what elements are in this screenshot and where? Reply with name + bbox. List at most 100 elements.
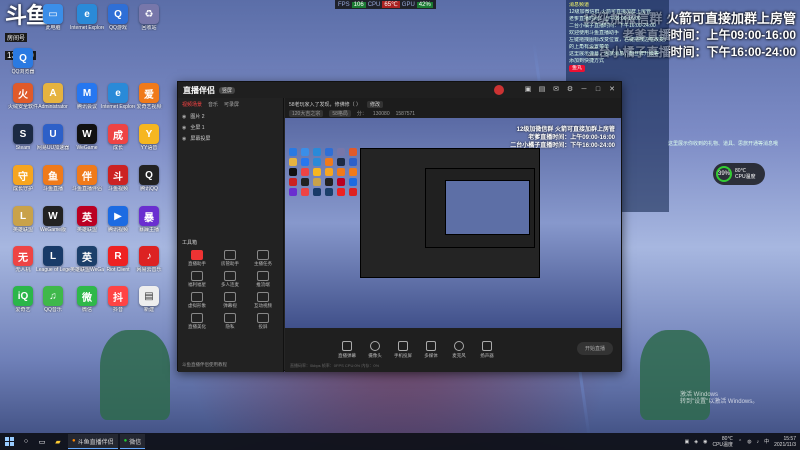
desktop-icon-label: 抖音 bbox=[112, 307, 123, 313]
user-avatar[interactable] bbox=[494, 85, 504, 95]
rank-tag[interactable]: 58格局 bbox=[329, 110, 351, 117]
desktop-icon[interactable]: 英英雄联盟WeGame bbox=[70, 246, 104, 273]
desktop-icon[interactable]: ▭ 此电脑 bbox=[36, 4, 70, 31]
file-explorer-icon[interactable]: ▰ bbox=[50, 433, 66, 450]
minimize-icon[interactable]: ─ bbox=[580, 85, 588, 93]
category-tag[interactable]: 120大吉之宗 bbox=[289, 110, 324, 117]
app-icon: 鱼 bbox=[43, 165, 63, 185]
desktop-icon[interactable]: L 英雄联盟 bbox=[6, 206, 40, 233]
message-icon[interactable]: ✉ bbox=[552, 85, 560, 93]
desktop-icon[interactable]: 英英雄联盟 bbox=[70, 206, 104, 233]
eye-icon[interactable]: ◉ bbox=[182, 136, 186, 142]
tool-stream-end[interactable]: 推流端 bbox=[248, 271, 278, 288]
desktop-icon[interactable]: 无无人机 bbox=[6, 246, 40, 273]
tool-screen-cast[interactable]: 投屏 bbox=[248, 313, 278, 330]
tool-room-admin[interactable]: 房管助手 bbox=[215, 250, 245, 267]
live-companion-window[interactable]: 直播伴侣 竖屏 ▣ ▤ ✉ ⚙ ─ □ ✕ 视频场景 音乐 可录屏 ◉ 图片 2… bbox=[177, 81, 622, 372]
desktop-icon[interactable]: 火火绒安全软件 bbox=[6, 83, 40, 110]
tab-record[interactable]: 可录屏 bbox=[224, 101, 239, 108]
mode-switch[interactable]: 竖屏 bbox=[219, 86, 236, 94]
desktop-icon[interactable]: Q QQ游戏 bbox=[101, 4, 135, 31]
eye-icon[interactable]: ◉ bbox=[182, 125, 186, 131]
desktop-icon[interactable]: Y YY语音 bbox=[132, 124, 166, 151]
preview-mini-icon bbox=[337, 188, 345, 196]
gift-icon[interactable]: ▣ bbox=[524, 85, 532, 93]
danmu-control[interactable]: 直播弹幕 bbox=[337, 341, 357, 359]
chevron-up-icon[interactable]: ⌃ bbox=[738, 439, 742, 445]
stream-preview[interactable]: 12级加微信群 火箭可直接加群上房管 老爹直播时间：上午09:00-16:00 … bbox=[285, 118, 621, 328]
desktop-icon[interactable]: 鱼斗鱼直播 bbox=[36, 165, 70, 192]
tool-avatar[interactable]: 虚拟形象 bbox=[182, 292, 212, 309]
app-titlebar[interactable]: 直播伴侣 竖屏 ▣ ▤ ✉ ⚙ ─ □ ✕ bbox=[178, 82, 621, 98]
desktop-icon[interactable]: M 腾讯会议 bbox=[70, 83, 104, 110]
desktop-icon-label: 斗鱼直播伴侣 bbox=[71, 186, 102, 192]
room-label: 房间号 bbox=[5, 33, 28, 42]
tool-interact[interactable]: 互动视频 bbox=[248, 292, 278, 309]
desktop-icon-label: Administrator bbox=[38, 104, 68, 110]
desktop-icon[interactable]: 伴斗鱼直播伴侣 bbox=[70, 165, 104, 192]
desktop-icon[interactable]: e Internet Explorer bbox=[101, 83, 135, 110]
media-control[interactable]: 多媒体 bbox=[421, 341, 441, 359]
phone-cast-control[interactable]: 手机投屏 bbox=[393, 341, 413, 359]
desktop-icon[interactable]: ▤ 新建 bbox=[132, 286, 166, 313]
tool-welfare[interactable]: 福利福星 bbox=[182, 271, 212, 288]
desktop-icon[interactable]: Q 腾讯QQ bbox=[132, 165, 166, 192]
tab-video-scene[interactable]: 视频场景 bbox=[182, 101, 202, 108]
desktop-icon[interactable]: 抖抖音 bbox=[101, 286, 135, 313]
eye-icon[interactable]: ◉ bbox=[182, 114, 186, 120]
network-icon[interactable]: ◍ bbox=[747, 439, 751, 445]
desktop-icon[interactable]: LLeague of Legends bbox=[36, 246, 70, 273]
start-live-button[interactable]: 开始直播 bbox=[576, 342, 613, 355]
desktop-icon[interactable]: Q QQ浏览器 bbox=[6, 48, 40, 75]
desktop-icon[interactable]: ♻ 回收站 bbox=[132, 4, 166, 31]
tray-icon[interactable]: ▣ bbox=[685, 439, 690, 445]
taskbar-app-douyu[interactable]: ● 斗鱼直播伴侣 bbox=[68, 434, 118, 449]
desktop-icon[interactable]: ▶ 腾讯视频 bbox=[101, 206, 135, 233]
performance-widget[interactable]: 39% 80℃ CPU温度 bbox=[713, 163, 765, 185]
task-view-icon[interactable]: ▭ bbox=[34, 433, 50, 450]
desktop-icon[interactable]: e Internet Explorer bbox=[70, 4, 104, 31]
desktop-icon[interactable]: 成成长 bbox=[101, 124, 135, 151]
desktop-icon[interactable]: W WeGame bbox=[70, 124, 104, 151]
desktop-icon[interactable]: 守成长守护 bbox=[6, 165, 40, 192]
desktop-icon[interactable]: 斗斗鱼视频 bbox=[101, 165, 135, 192]
clock[interactable]: 15:57 2021/11/3 bbox=[774, 436, 796, 448]
settings-icon[interactable]: ⚙ bbox=[566, 85, 574, 93]
maximize-icon[interactable]: □ bbox=[594, 85, 602, 93]
desktop-icon[interactable]: S Steam bbox=[6, 124, 40, 151]
desktop-icon[interactable]: ♫ QQ音乐 bbox=[36, 286, 70, 313]
ime-icon[interactable]: 中 bbox=[764, 438, 769, 445]
tray-icon[interactable]: ◈ bbox=[694, 439, 698, 445]
start-button[interactable] bbox=[0, 433, 18, 450]
speaker-control[interactable]: 扬声器 bbox=[477, 341, 497, 359]
desktop-icon[interactable]: U 网易UU加速器 bbox=[36, 124, 70, 151]
desktop-icon[interactable]: R Riot Client bbox=[101, 246, 135, 273]
close-icon[interactable]: ✕ bbox=[608, 85, 616, 93]
taskbar-app-wechat[interactable]: ● 微信 bbox=[119, 434, 146, 449]
desktop-icon[interactable]: iQ 爱奇艺 bbox=[6, 286, 40, 313]
lock-icon[interactable]: ▤ bbox=[538, 85, 546, 93]
search-icon[interactable]: ○ bbox=[18, 433, 34, 450]
tool-danmu[interactable]: 弹幕视 bbox=[215, 292, 245, 309]
tool-beauty[interactable]: 直播美化 bbox=[182, 313, 212, 330]
volume-icon[interactable]: ♪ bbox=[757, 439, 760, 445]
desktop-icon[interactable]: ♪ 网易云音乐 bbox=[132, 246, 166, 273]
scene-item[interactable]: ◉ 屏幕投屏 bbox=[178, 133, 283, 144]
tutorial-link[interactable]: 斗鱼直播伴侣使用教程 bbox=[182, 362, 227, 368]
desktop-icon[interactable]: W WeGame版 bbox=[36, 206, 70, 233]
tool-tasks[interactable]: 主播任务 bbox=[248, 250, 278, 267]
tray-icon[interactable]: ◉ bbox=[703, 439, 707, 445]
desktop-icon[interactable]: 暴暴躁主播 bbox=[132, 206, 166, 233]
tool-multi-mic[interactable]: 多人连麦 bbox=[215, 271, 245, 288]
scene-item[interactable]: ◉ 全屏 1 bbox=[178, 122, 283, 133]
tool-live-assistant[interactable]: 直播助手 bbox=[182, 250, 212, 267]
mic-control[interactable]: 麦克风 bbox=[449, 341, 469, 359]
camera-control[interactable]: 摄像头 bbox=[365, 341, 385, 359]
tab-music[interactable]: 音乐 bbox=[208, 101, 218, 108]
desktop-icon[interactable]: A Administrator bbox=[36, 83, 70, 110]
tool-privacy[interactable]: 隐私 bbox=[215, 313, 245, 330]
desktop-icon[interactable]: 微微信 bbox=[70, 286, 104, 313]
cpu-temp-tray[interactable]: 80℃ CPU温度 bbox=[712, 436, 733, 448]
scene-item[interactable]: ◉ 图片 2 bbox=[178, 111, 283, 122]
desktop-icon[interactable]: 爱爱奇艺视频 bbox=[132, 83, 166, 110]
